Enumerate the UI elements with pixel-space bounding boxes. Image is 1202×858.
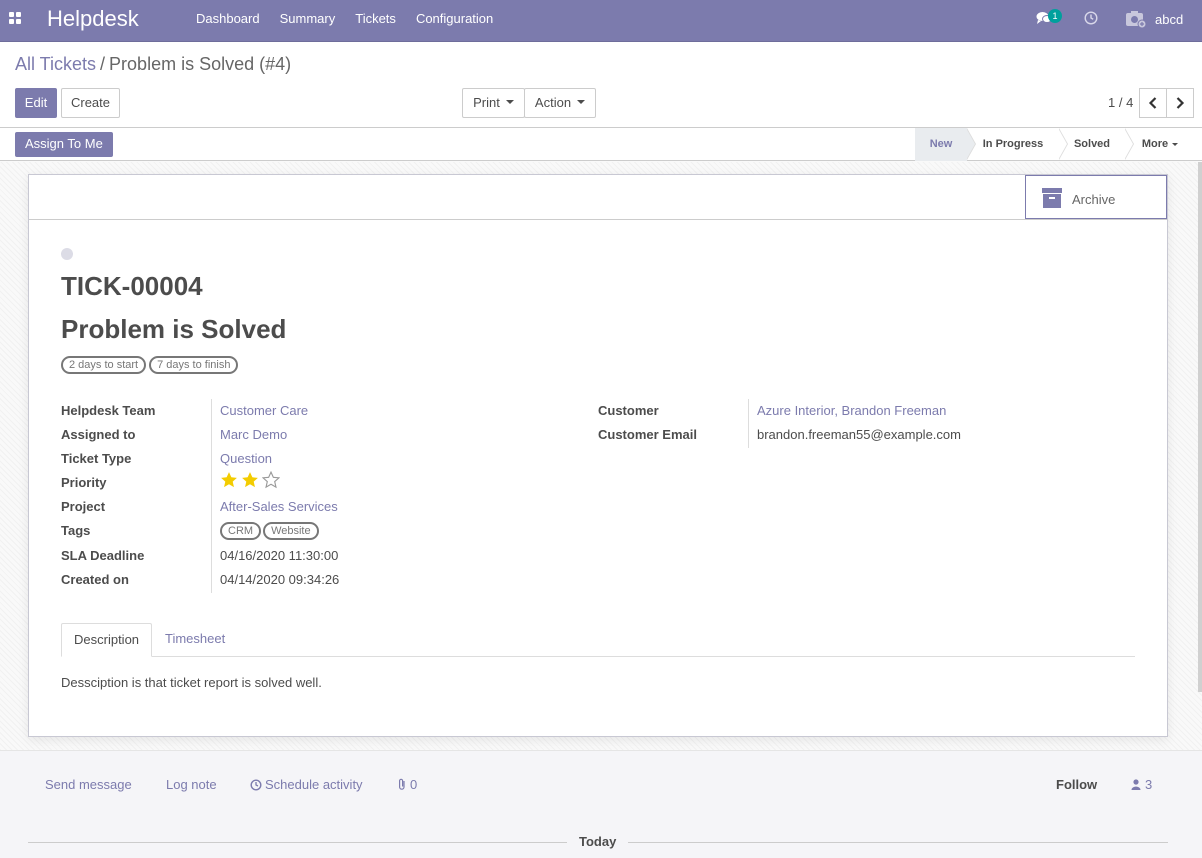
form-sheet: Archive TICK-00004 Problem is Solved 2 d… [28,174,1168,737]
tag-badge[interactable]: CRM [220,522,262,540]
archive-icon [1042,188,1062,208]
sla-deadline-value: 04/16/2020 11:30:00 [220,548,339,563]
created-on-value: 04/14/2020 09:34:26 [220,572,340,587]
caret-down-icon [577,100,586,105]
description-text: Dessciption is that ticket report is sol… [61,675,322,690]
field-label: Priority [61,475,107,490]
field-label: Helpdesk Team [61,403,156,418]
breadcrumb-separator: / [100,54,106,74]
breadcrumb-all-tickets[interactable]: All Tickets [15,54,96,74]
field-label: Customer Email [598,427,697,442]
tags-value: CRM Website [220,522,321,540]
archive-label: Archive [1072,192,1116,207]
user-icon [1131,779,1141,790]
log-note-button[interactable]: Log note [166,777,217,792]
followers-button[interactable]: 3 [1131,777,1152,792]
clock-icon [250,778,262,791]
stage-solved[interactable]: Solved [1059,127,1134,161]
pager-next-button[interactable] [1166,88,1194,118]
field-label: Project [61,499,106,514]
field-label: Ticket Type [61,451,132,466]
chevron-left-icon [1148,97,1157,109]
scrollbar[interactable] [1198,162,1202,692]
schedule-activity-label: Schedule activity [265,777,363,792]
caret-down-icon [505,100,514,105]
stage-more-label: More [1141,138,1169,150]
followers-count: 3 [1145,777,1153,792]
priority-stars [220,471,283,489]
avatar-camera-icon [1126,11,1147,29]
breadcrumb-current: Problem is Solved (#4) [109,54,292,74]
star-filled-icon[interactable] [241,471,259,489]
ticket-reference: TICK-00004 [61,271,203,301]
menu-item-tickets[interactable]: Tickets [345,0,406,42]
customer-email-value: brandon.freeman55@example.com [757,427,961,442]
follow-button[interactable]: Follow [1056,777,1097,792]
activity-clock-icon[interactable] [1084,11,1098,25]
attachments-count: 0 [410,777,418,792]
app-brand[interactable]: Helpdesk [47,6,139,32]
user-menu[interactable]: abcd [1125,9,1183,29]
stage-new[interactable]: New [915,127,976,161]
stage-solved-label: Solved [1073,138,1111,150]
send-message-button[interactable]: Send message [45,777,132,792]
control-panel: All Tickets / Problem is Solved (#4) Edit … [0,42,1202,128]
menu-item-configuration[interactable]: Configuration [406,0,503,42]
chatter: Send message Log note Schedule activity … [0,750,1202,858]
customer-value[interactable]: Azure Interior, Brandon Freeman [757,403,946,418]
action-dropdown[interactable]: Action [524,88,596,118]
stage-in-progress[interactable]: In Progress [967,127,1068,161]
field-label: Created on [61,572,129,587]
menu-item-summary[interactable]: Summary [270,0,346,42]
assign-to-me-button[interactable]: Assign To Me [15,132,113,157]
star-filled-icon[interactable] [220,471,238,489]
print-label: Print [473,95,500,110]
user-name: abcd [1155,11,1184,27]
sla-pill: 2 days to start [61,356,147,374]
tab-timesheet[interactable]: Timesheet [153,623,237,657]
attachments-button[interactable]: 0 [397,777,417,792]
field-label: Customer [598,403,659,418]
star-empty-icon[interactable] [262,471,280,489]
kanban-state-indicator[interactable] [61,248,73,260]
sla-pill: 7 days to finish [149,356,239,374]
apps-menu-icon[interactable] [9,12,22,24]
paperclip-icon [399,778,405,790]
caret-down-icon [1172,142,1179,146]
stage-in-progress-label: In Progress [982,138,1044,150]
print-dropdown[interactable]: Print [462,88,525,118]
chat-counter-badge: 1 [1048,9,1062,23]
today-label: Today [567,834,629,849]
stage-new-label: New [929,138,953,150]
pager-value[interactable]: 1 / 4 [1108,95,1133,110]
status-bar: Assign To Me New In Progress Solved More [0,127,1202,161]
schedule-activity-button[interactable]: Schedule activity [250,777,363,792]
assigned-to-value[interactable]: Marc Demo [220,427,287,442]
top-navbar: Helpdesk Dashboard Summary Tickets Confi… [0,0,1202,42]
action-label: Action [534,95,572,110]
project-value[interactable]: After-Sales Services [220,499,338,514]
button-box: Archive [29,175,1167,220]
menu-item-dashboard[interactable]: Dashboard [186,0,270,42]
messaging-menu[interactable]: 1 [1036,9,1066,33]
tag-badge[interactable]: Website [263,522,319,540]
field-label: Tags [61,523,91,538]
create-button[interactable]: Create [61,88,120,118]
sla-status: 2 days to start 7 days to finish [61,356,241,374]
helpdesk-team-value[interactable]: Customer Care [220,403,308,418]
field-label: Assigned to [61,427,136,442]
edit-button[interactable]: Edit [15,88,57,118]
notebook-tabs: Description Timesheet [61,623,1135,657]
main-menu: Dashboard Summary Tickets Configuration [186,0,503,42]
chevron-right-icon [1176,97,1185,109]
tab-description[interactable]: Description [61,623,152,657]
field-label: SLA Deadline [61,548,145,563]
archive-button[interactable]: Archive [1025,175,1167,219]
ticket-type-value[interactable]: Question [220,451,272,466]
pager-previous-button[interactable] [1139,88,1167,118]
stage-selector: New In Progress Solved More [915,127,1195,161]
breadcrumb: All Tickets / Problem is Solved (#4) [15,54,291,75]
ticket-title: Problem is Solved [61,314,287,344]
stage-more-dropdown[interactable]: More [1125,128,1195,161]
